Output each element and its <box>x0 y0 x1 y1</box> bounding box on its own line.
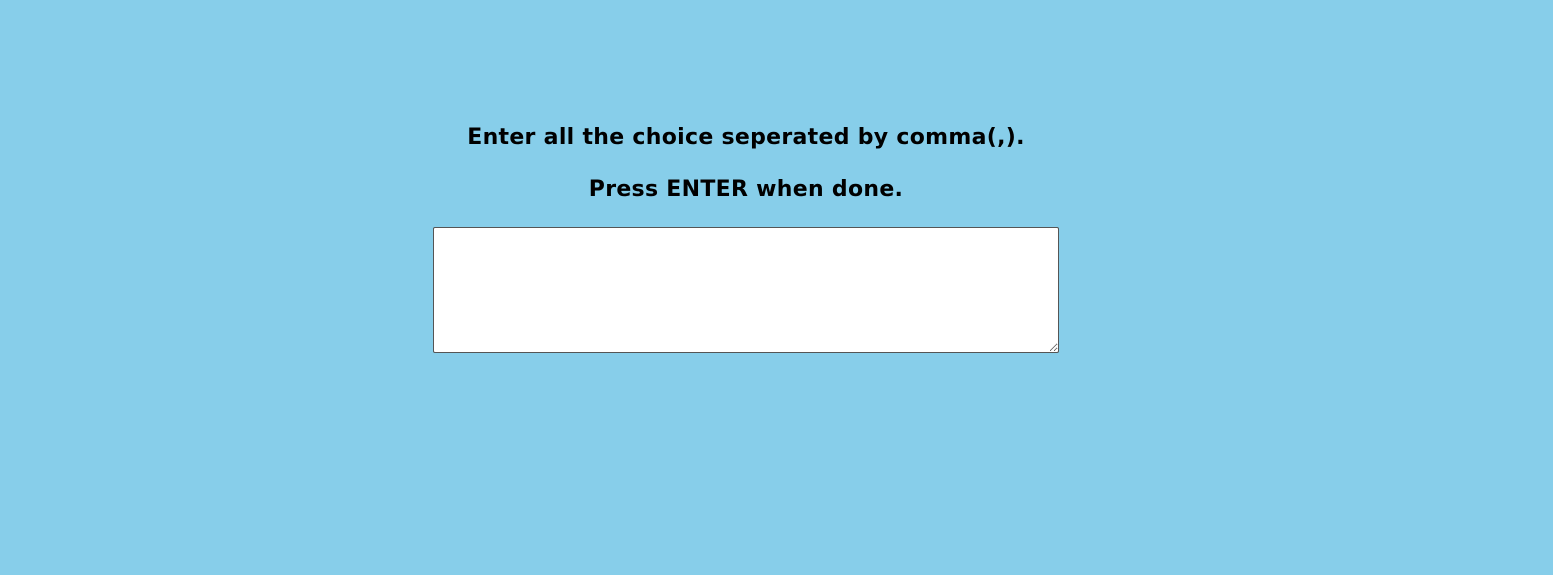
enter-hint-text: Press ENTER when done. <box>588 177 904 202</box>
choices-textarea[interactable] <box>433 227 1059 353</box>
instruction-text: Enter all the choice seperated by comma(… <box>467 125 1025 150</box>
prompt-container: Enter all the choice seperated by comma(… <box>0 0 1492 353</box>
